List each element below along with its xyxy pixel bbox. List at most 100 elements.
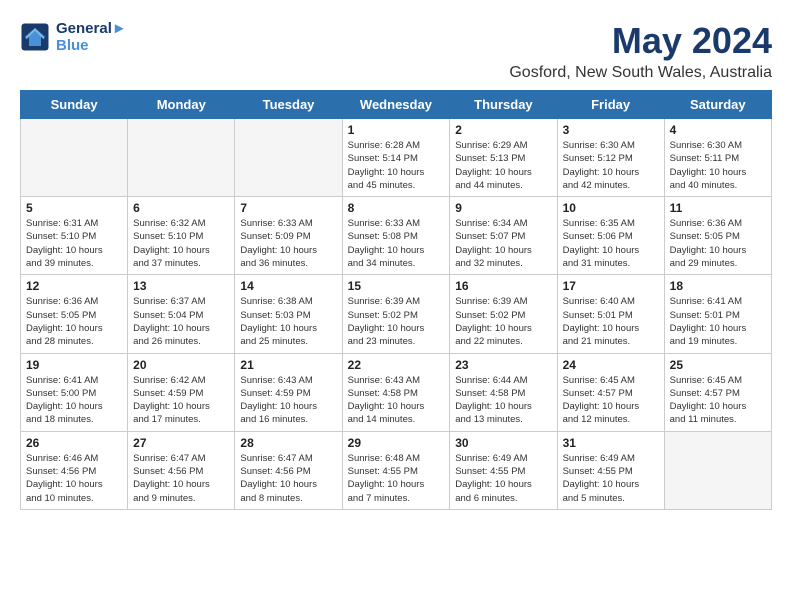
calendar-cell: 14 Sunrise: 6:38 AMSunset: 5:03 PMDayligh…	[235, 275, 342, 353]
calendar-cell: 20 Sunrise: 6:42 AMSunset: 4:59 PMDayligh…	[128, 353, 235, 431]
day-number: 21	[240, 358, 336, 372]
calendar-week-2: 5 Sunrise: 6:31 AMSunset: 5:10 PMDaylight…	[21, 197, 772, 275]
day-info: Sunrise: 6:47 AMSunset: 4:56 PMDaylight:…	[133, 452, 229, 505]
calendar-cell: 5 Sunrise: 6:31 AMSunset: 5:10 PMDaylight…	[21, 197, 128, 275]
subtitle: Gosford, New South Wales, Australia	[509, 64, 772, 82]
day-info: Sunrise: 6:46 AMSunset: 4:56 PMDaylight:…	[26, 452, 122, 505]
calendar-cell: 7 Sunrise: 6:33 AMSunset: 5:09 PMDaylight…	[235, 197, 342, 275]
day-info: Sunrise: 6:33 AMSunset: 5:08 PMDaylight:…	[348, 217, 445, 270]
day-number: 13	[133, 279, 229, 293]
day-number: 5	[26, 201, 122, 215]
day-number: 10	[563, 201, 659, 215]
day-info: Sunrise: 6:43 AMSunset: 4:58 PMDaylight:…	[348, 374, 445, 427]
day-number: 14	[240, 279, 336, 293]
col-monday: Monday	[128, 91, 235, 119]
day-number: 6	[133, 201, 229, 215]
day-info: Sunrise: 6:28 AMSunset: 5:14 PMDaylight:…	[348, 139, 445, 192]
day-number: 1	[348, 123, 445, 137]
calendar-cell: 3 Sunrise: 6:30 AMSunset: 5:12 PMDaylight…	[557, 119, 664, 197]
day-info: Sunrise: 6:35 AMSunset: 5:06 PMDaylight:…	[563, 217, 659, 270]
calendar-cell: 9 Sunrise: 6:34 AMSunset: 5:07 PMDaylight…	[450, 197, 557, 275]
calendar-cell	[128, 119, 235, 197]
day-number: 2	[455, 123, 551, 137]
calendar-cell: 21 Sunrise: 6:43 AMSunset: 4:59 PMDayligh…	[235, 353, 342, 431]
calendar-cell: 17Sunrise: 6:40 AMSunset: 5:01 PMDayligh…	[557, 275, 664, 353]
title-section: May 2024 Gosford, New South Wales, Austr…	[509, 20, 772, 82]
day-number: 29	[348, 436, 445, 450]
calendar-cell: 6 Sunrise: 6:32 AMSunset: 5:10 PMDaylight…	[128, 197, 235, 275]
calendar-week-5: 26 Sunrise: 6:46 AMSunset: 4:56 PMDayligh…	[21, 431, 772, 509]
day-info: Sunrise: 6:39 AMSunset: 5:02 PMDaylight:…	[348, 295, 445, 348]
day-number: 4	[670, 123, 766, 137]
calendar-cell: 30Sunrise: 6:49 AMSunset: 4:55 PMDayligh…	[450, 431, 557, 509]
day-number: 25	[670, 358, 766, 372]
day-number: 27	[133, 436, 229, 450]
day-number: 8	[348, 201, 445, 215]
header: General► Blue May 2024 Gosford, New Sout…	[20, 20, 772, 82]
day-number: 12	[26, 279, 122, 293]
col-thursday: Thursday	[450, 91, 557, 119]
calendar-cell: 8 Sunrise: 6:33 AMSunset: 5:08 PMDaylight…	[342, 197, 450, 275]
calendar-cell: 4 Sunrise: 6:30 AMSunset: 5:11 PMDaylight…	[664, 119, 771, 197]
calendar-week-3: 12Sunrise: 6:36 AMSunset: 5:05 PMDayligh…	[21, 275, 772, 353]
day-number: 26	[26, 436, 122, 450]
day-info: Sunrise: 6:45 AMSunset: 4:57 PMDaylight:…	[670, 374, 766, 427]
col-tuesday: Tuesday	[235, 91, 342, 119]
calendar-cell: 10 Sunrise: 6:35 AMSunset: 5:06 PMDayligh…	[557, 197, 664, 275]
day-info: Sunrise: 6:41 AMSunset: 5:01 PMDaylight:…	[670, 295, 766, 348]
calendar-header-row: Sunday Monday Tuesday Wednesday Thursday…	[21, 91, 772, 119]
calendar-cell: 12Sunrise: 6:36 AMSunset: 5:05 PMDayligh…	[21, 275, 128, 353]
day-number: 18	[670, 279, 766, 293]
calendar-cell: 31Sunrise: 6:49 AMSunset: 4:55 PMDayligh…	[557, 431, 664, 509]
calendar-cell	[664, 431, 771, 509]
day-number: 31	[563, 436, 659, 450]
calendar-week-1: 1 Sunrise: 6:28 AMSunset: 5:14 PMDaylight…	[21, 119, 772, 197]
day-number: 20	[133, 358, 229, 372]
calendar-cell: 28 Sunrise: 6:47 AMSunset: 4:56 PMDayligh…	[235, 431, 342, 509]
logo: General► Blue	[20, 20, 127, 54]
day-info: Sunrise: 6:32 AMSunset: 5:10 PMDaylight:…	[133, 217, 229, 270]
day-info: Sunrise: 6:41 AMSunset: 5:00 PMDaylight:…	[26, 374, 122, 427]
day-number: 28	[240, 436, 336, 450]
day-number: 24	[563, 358, 659, 372]
day-info: Sunrise: 6:45 AMSunset: 4:57 PMDaylight:…	[563, 374, 659, 427]
calendar-cell: 22 Sunrise: 6:43 AMSunset: 4:58 PMDayligh…	[342, 353, 450, 431]
day-number: 11	[670, 201, 766, 215]
day-number: 22	[348, 358, 445, 372]
calendar-week-4: 19 Sunrise: 6:41 AMSunset: 5:00 PMDayligh…	[21, 353, 772, 431]
logo-text: General► Blue	[56, 20, 127, 54]
calendar-table: Sunday Monday Tuesday Wednesday Thursday…	[20, 90, 772, 510]
day-info: Sunrise: 6:30 AMSunset: 5:11 PMDaylight:…	[670, 139, 766, 192]
day-number: 19	[26, 358, 122, 372]
day-info: Sunrise: 6:31 AMSunset: 5:10 PMDaylight:…	[26, 217, 122, 270]
col-wednesday: Wednesday	[342, 91, 450, 119]
day-info: Sunrise: 6:34 AMSunset: 5:07 PMDaylight:…	[455, 217, 551, 270]
calendar-cell: 2Sunrise: 6:29 AMSunset: 5:13 PMDaylight…	[450, 119, 557, 197]
day-info: Sunrise: 6:42 AMSunset: 4:59 PMDaylight:…	[133, 374, 229, 427]
day-info: Sunrise: 6:36 AMSunset: 5:05 PMDaylight:…	[670, 217, 766, 270]
day-info: Sunrise: 6:30 AMSunset: 5:12 PMDaylight:…	[563, 139, 659, 192]
main-title: May 2024	[509, 20, 772, 62]
col-friday: Friday	[557, 91, 664, 119]
calendar-cell: 25 Sunrise: 6:45 AMSunset: 4:57 PMDayligh…	[664, 353, 771, 431]
day-info: Sunrise: 6:47 AMSunset: 4:56 PMDaylight:…	[240, 452, 336, 505]
day-info: Sunrise: 6:43 AMSunset: 4:59 PMDaylight:…	[240, 374, 336, 427]
day-info: Sunrise: 6:33 AMSunset: 5:09 PMDaylight:…	[240, 217, 336, 270]
page-container: General► Blue May 2024 Gosford, New Sout…	[20, 20, 772, 510]
calendar-cell: 18 Sunrise: 6:41 AMSunset: 5:01 PMDayligh…	[664, 275, 771, 353]
calendar-cell: 29Sunrise: 6:48 AMSunset: 4:55 PMDayligh…	[342, 431, 450, 509]
day-number: 30	[455, 436, 551, 450]
logo-icon	[20, 22, 50, 52]
calendar-cell	[21, 119, 128, 197]
col-saturday: Saturday	[664, 91, 771, 119]
day-info: Sunrise: 6:38 AMSunset: 5:03 PMDaylight:…	[240, 295, 336, 348]
day-number: 7	[240, 201, 336, 215]
day-info: Sunrise: 6:39 AMSunset: 5:02 PMDaylight:…	[455, 295, 551, 348]
day-number: 15	[348, 279, 445, 293]
day-number: 9	[455, 201, 551, 215]
day-number: 23	[455, 358, 551, 372]
calendar-cell: 19 Sunrise: 6:41 AMSunset: 5:00 PMDayligh…	[21, 353, 128, 431]
calendar-cell: 11 Sunrise: 6:36 AMSunset: 5:05 PMDayligh…	[664, 197, 771, 275]
day-number: 3	[563, 123, 659, 137]
calendar-cell: 26 Sunrise: 6:46 AMSunset: 4:56 PMDayligh…	[21, 431, 128, 509]
